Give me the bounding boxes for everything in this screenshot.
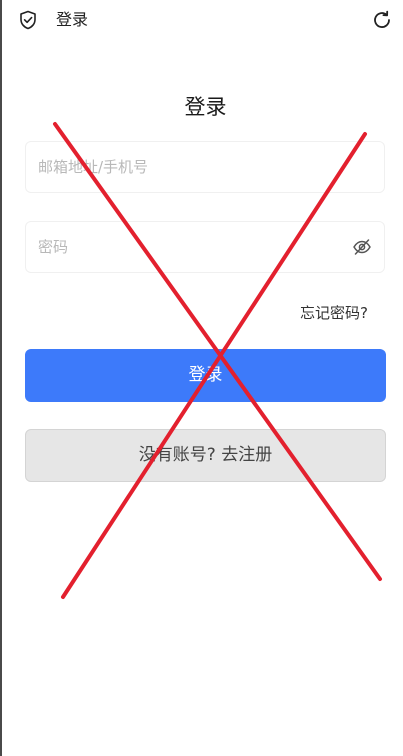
register-button[interactable]: 没有账号? 去注册 bbox=[25, 429, 386, 482]
login-button[interactable]: 登录 bbox=[25, 349, 386, 402]
page-title: 登录 bbox=[184, 95, 227, 119]
password-input[interactable] bbox=[38, 222, 348, 272]
login-screen: 登录 登录 忘记密码? 登录 没有账号? 去注册 bbox=[0, 0, 403, 756]
shield-check-icon bbox=[20, 10, 36, 30]
refresh-icon[interactable] bbox=[371, 9, 393, 31]
top-bar: 登录 bbox=[0, 0, 403, 40]
app-title: 登录 bbox=[56, 10, 89, 29]
forgot-password-link[interactable]: 忘记密码? bbox=[300, 302, 368, 324]
password-field[interactable] bbox=[25, 221, 385, 273]
account-field[interactable] bbox=[25, 141, 385, 193]
eye-off-icon[interactable] bbox=[352, 237, 372, 257]
account-input[interactable] bbox=[38, 142, 348, 192]
